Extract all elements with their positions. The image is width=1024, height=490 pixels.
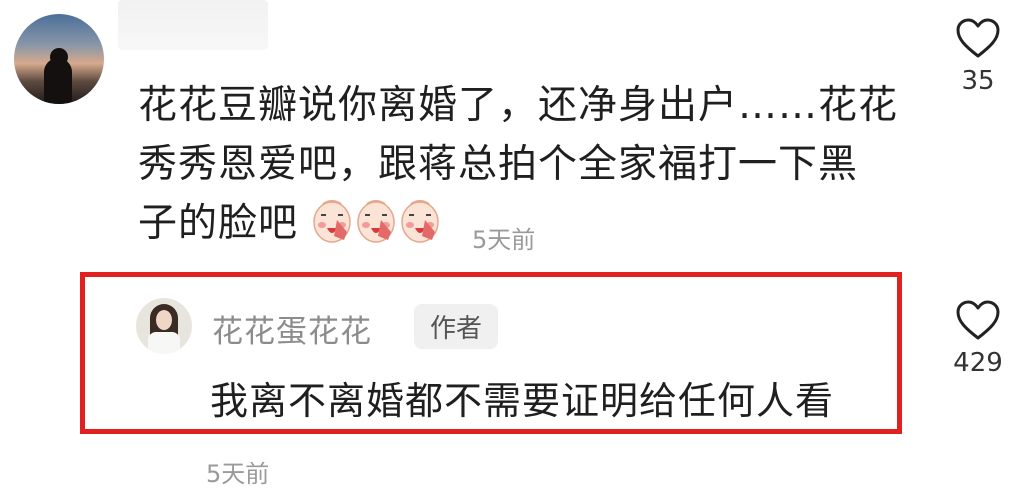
emoji-row <box>311 200 443 246</box>
avatar-silhouette-body <box>44 58 72 104</box>
reply-like-count: 429 <box>953 348 1003 378</box>
comment-timestamp: 5天前 <box>472 226 536 254</box>
avatar-face <box>156 310 172 330</box>
reply-username[interactable]: 花花蛋花花 <box>212 306 372 351</box>
comment-line-3-text: 子的脸吧 <box>138 201 299 246</box>
reply-like-button[interactable]: 429 <box>943 300 1013 378</box>
reply-timestamp: 5天前 <box>206 460 270 488</box>
blurred-previous-comment <box>118 0 268 50</box>
facepalm-emoji-icon <box>357 200 396 243</box>
reply-avatar[interactable] <box>136 298 192 354</box>
like-count: 35 <box>961 66 995 96</box>
facepalm-emoji-icon <box>313 200 352 243</box>
comment-line-2: 秀秀恩爱吧，跟蒋总拍个全家福打一下黑 <box>138 142 859 187</box>
comment-line-1: 花花豆瓣说你离婚了，还净身出户……花花 <box>138 83 899 128</box>
like-button[interactable]: 35 <box>943 18 1013 96</box>
heart-icon <box>956 18 1000 58</box>
avatar-body <box>148 332 180 354</box>
heart-icon <box>956 300 1000 340</box>
author-badge: 作者 <box>414 304 499 349</box>
reply-text: 我离不离婚都不需要证明给任何人看 <box>210 379 835 423</box>
facepalm-emoji-icon <box>401 200 440 243</box>
avatar[interactable] <box>14 14 104 104</box>
